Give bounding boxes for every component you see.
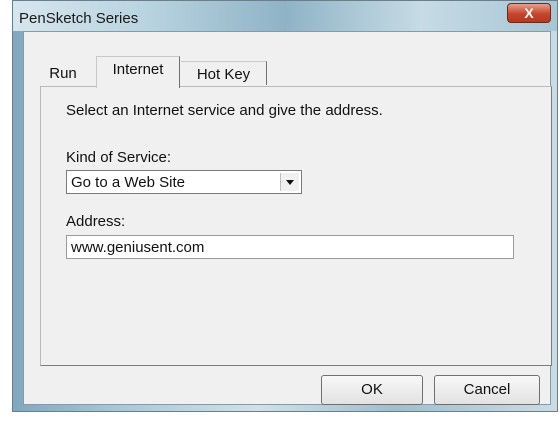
close-button[interactable]: X: [507, 3, 551, 23]
service-label: Kind of Service:: [66, 149, 172, 166]
service-select-value: Go to a Web Site: [71, 174, 185, 191]
tab-internet[interactable]: Internet: [96, 56, 180, 88]
ok-button[interactable]: OK: [321, 375, 423, 405]
address-label: Address:: [66, 213, 126, 230]
tab-hot-key-label: Hot Key: [196, 66, 251, 83]
tab-run-label: Run: [49, 65, 77, 82]
tab-hot-key[interactable]: Hot Key: [181, 61, 267, 85]
chevron-down-icon[interactable]: [280, 173, 299, 191]
title-bar[interactable]: PenSketch Series X: [13, 1, 557, 31]
service-select[interactable]: Go to a Web Site: [66, 170, 302, 194]
instructions-text: Select an Internet service and give the …: [66, 102, 383, 119]
dialog-window: PenSketch Series X Run Internet Hot Key …: [12, 0, 558, 412]
close-icon: X: [524, 5, 534, 21]
cancel-button[interactable]: Cancel: [434, 375, 540, 405]
address-input[interactable]: [66, 235, 514, 259]
tab-internet-label: Internet: [112, 61, 164, 78]
tab-run[interactable]: Run: [34, 61, 92, 85]
dialog-body: Run Internet Hot Key Select an Internet …: [23, 31, 552, 405]
window-title: PenSketch Series: [19, 10, 139, 27]
